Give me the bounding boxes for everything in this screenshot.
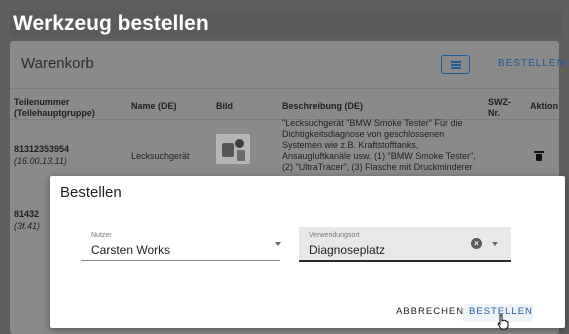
row1-group: (16.00.13.11) bbox=[14, 156, 67, 166]
product-image bbox=[216, 134, 250, 164]
header-image: Bild bbox=[216, 101, 233, 111]
chevron-down-icon[interactable] bbox=[492, 242, 498, 246]
row2-part-no: 81432 bbox=[14, 209, 40, 219]
dialog-title: Bestellen bbox=[60, 184, 122, 201]
user-label: Nutzer bbox=[91, 232, 112, 239]
header-name: Name (DE) bbox=[131, 101, 177, 111]
order-dialog: Bestellen Nutzer Carsten Works Verwendun… bbox=[50, 176, 565, 330]
clear-icon[interactable]: × bbox=[471, 238, 482, 249]
row1-part-no: 81312353954 bbox=[14, 144, 70, 154]
row1-name: Lecksuchgerät bbox=[131, 151, 190, 161]
usage-location-value: Diagnoseplatz bbox=[309, 243, 386, 257]
app-background: Werkzeug bestellen Warenkorb BESTELLEN T… bbox=[0, 0, 569, 334]
user-value: Carsten Works bbox=[91, 243, 171, 257]
header-part-no: Teilenummer (Teilehauptgruppe) bbox=[14, 97, 95, 118]
row1-description: "Lecksuchgerät "BMW Smoke Tester" Für di… bbox=[282, 118, 476, 172]
list-icon bbox=[451, 61, 461, 69]
usage-location-select[interactable]: Verwendungsort Diagnoseplatz × bbox=[299, 227, 511, 262]
chevron-down-icon bbox=[275, 242, 281, 246]
hand-cursor-icon bbox=[497, 314, 509, 330]
cart-header: Warenkorb BESTELLEN bbox=[10, 41, 564, 89]
order-link[interactable]: BESTELLEN bbox=[498, 58, 565, 69]
header-swz: SWZ- Nr. bbox=[488, 97, 511, 118]
row2-group: (3f.41) bbox=[14, 221, 41, 231]
user-select[interactable]: Nutzer Carsten Works bbox=[81, 227, 281, 261]
list-view-button[interactable] bbox=[441, 55, 470, 74]
header-action: Aktion bbox=[530, 101, 558, 111]
trash-icon[interactable] bbox=[534, 151, 544, 161]
page-title: Werkzeug bestellen bbox=[10, 10, 562, 38]
cancel-button[interactable]: ABBRECHEN bbox=[396, 306, 464, 317]
cart-title: Warenkorb bbox=[21, 55, 94, 72]
usage-location-label: Verwendungsort bbox=[309, 232, 360, 239]
header-description: Beschreibung (DE) bbox=[282, 101, 364, 111]
